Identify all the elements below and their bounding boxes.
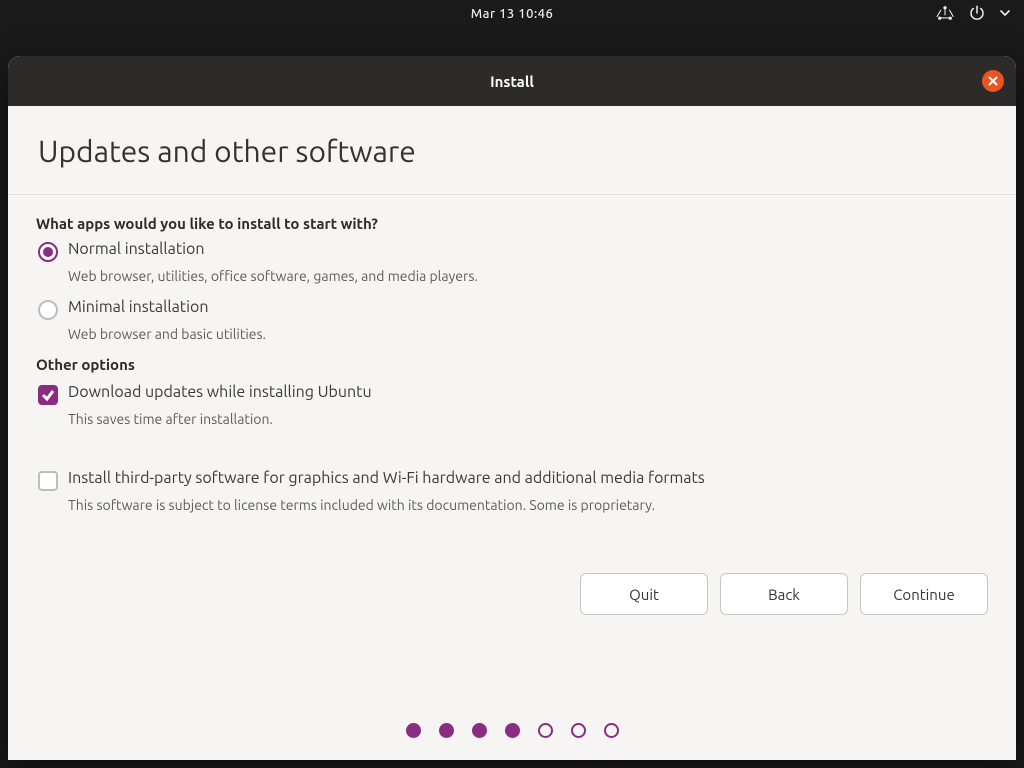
apps-question: What apps would you like to install to s… bbox=[36, 215, 988, 232]
radio-label: Minimal installation bbox=[68, 298, 208, 316]
quit-button[interactable]: Quit bbox=[580, 573, 708, 615]
close-button[interactable] bbox=[982, 70, 1004, 92]
form-body: What apps would you like to install to s… bbox=[8, 195, 1016, 527]
checkbox-third-party-description: This software is subject to license term… bbox=[68, 497, 988, 513]
checkbox-icon bbox=[38, 471, 58, 491]
progress-dot bbox=[439, 723, 454, 738]
checkbox-label: Download updates while installing Ubuntu bbox=[68, 383, 372, 401]
progress-dot bbox=[571, 723, 586, 738]
radio-icon bbox=[38, 300, 58, 320]
network-icon[interactable] bbox=[936, 4, 954, 25]
action-buttons: Quit Back Continue bbox=[8, 557, 1016, 615]
page-heading: Updates and other software bbox=[8, 106, 1016, 195]
progress-indicator bbox=[8, 723, 1016, 738]
checkbox-download-updates[interactable]: Download updates while installing Ubuntu bbox=[38, 383, 988, 405]
radio-minimal-description: Web browser and basic utilities. bbox=[68, 326, 988, 342]
radio-normal-installation[interactable]: Normal installation bbox=[38, 240, 988, 262]
back-button[interactable]: Back bbox=[720, 573, 848, 615]
radio-label: Normal installation bbox=[68, 240, 205, 258]
checkbox-third-party[interactable]: Install third-party software for graphic… bbox=[38, 469, 988, 491]
installer-window: Install Updates and other software What … bbox=[8, 56, 1016, 760]
checkbox-icon bbox=[38, 385, 58, 405]
close-icon bbox=[987, 75, 999, 87]
power-icon[interactable] bbox=[968, 4, 986, 25]
window-titlebar: Install bbox=[8, 56, 1016, 106]
radio-minimal-installation[interactable]: Minimal installation bbox=[38, 298, 988, 320]
window-title: Install bbox=[490, 73, 534, 90]
progress-dot bbox=[505, 723, 520, 738]
continue-button[interactable]: Continue bbox=[860, 573, 988, 615]
checkbox-download-updates-description: This saves time after installation. bbox=[68, 411, 988, 427]
checkbox-label: Install third-party software for graphic… bbox=[68, 469, 705, 487]
progress-dot bbox=[604, 723, 619, 738]
progress-dot bbox=[406, 723, 421, 738]
progress-dot bbox=[472, 723, 487, 738]
chevron-down-icon[interactable] bbox=[1000, 7, 1010, 21]
system-topbar: Mar 13 10:46 bbox=[0, 0, 1024, 28]
radio-normal-description: Web browser, utilities, office software,… bbox=[68, 268, 988, 284]
clock[interactable]: Mar 13 10:46 bbox=[471, 7, 554, 21]
other-options-heading: Other options bbox=[36, 356, 988, 373]
radio-icon bbox=[38, 242, 58, 262]
system-tray bbox=[936, 0, 1010, 28]
content-area: Updates and other software What apps wou… bbox=[8, 106, 1016, 760]
progress-dot bbox=[538, 723, 553, 738]
